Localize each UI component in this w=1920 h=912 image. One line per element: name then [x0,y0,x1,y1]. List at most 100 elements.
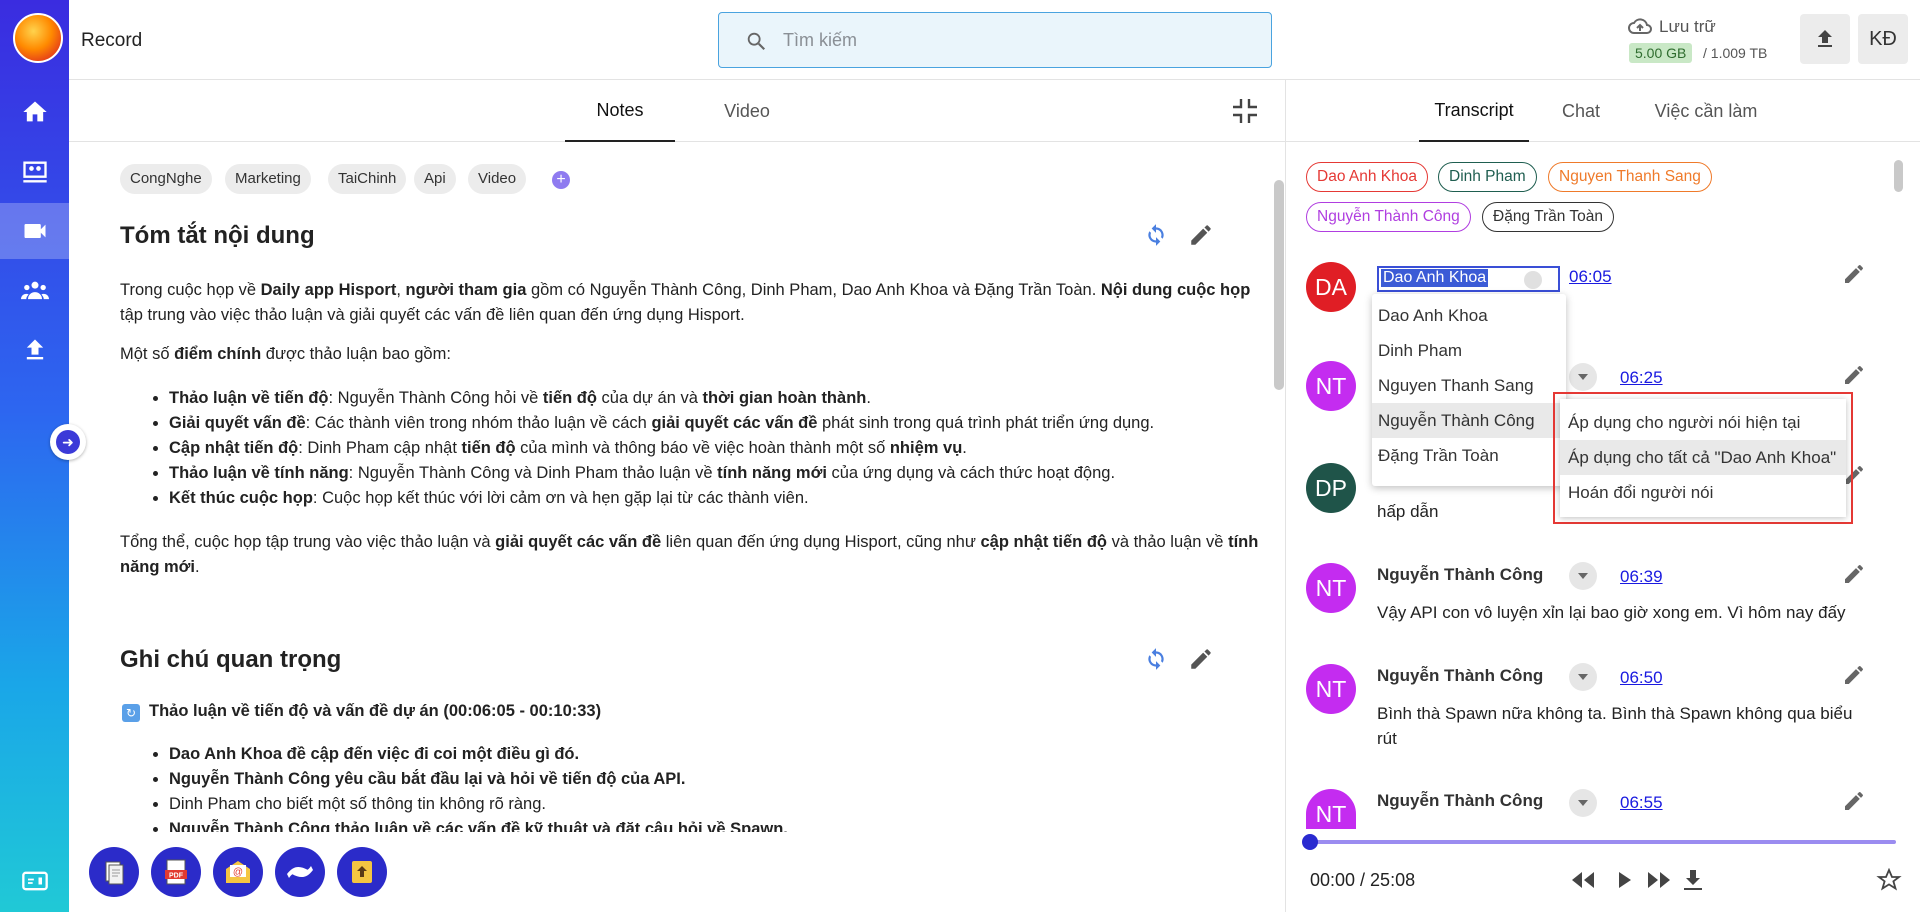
edit-pencil-icon[interactable] [1188,646,1214,672]
search-icon [747,32,766,51]
list-item: Nguyễn Thành Công thảo luận về các vấn đ… [169,817,1269,832]
playback-progress-bar[interactable] [1310,840,1896,844]
user-avatar[interactable]: KĐ [1858,14,1908,64]
speaker-name[interactable]: Nguyễn Thành Công [1377,666,1543,686]
speaker-option[interactable]: Dinh Pham [1372,333,1566,368]
team-icon[interactable] [0,263,69,319]
participant-chip[interactable]: Nguyễn Thành Công [1306,202,1471,232]
points-intro: Một số điểm chính được thảo luận bao gồm… [120,345,451,363]
participant-chip[interactable]: Đặng Trần Toàn [1482,202,1615,232]
avatar: NT [1306,563,1356,613]
speaker-dropdown-button[interactable] [1569,789,1597,817]
speaker-dropdown-button[interactable] [1569,363,1597,391]
storage-total: / 1.009 TB [1703,45,1768,61]
notes-title: Ghi chú quan trọng [120,646,342,673]
upload-button[interactable] [1800,14,1850,64]
play-icon[interactable] [1610,868,1638,892]
list-item: Cập nhật tiến độ: Dinh Pham cập nhật tiế… [169,436,1269,461]
participant-chip[interactable]: Nguyen Thanh Sang [1548,162,1712,192]
notes-tab-bar: Notes Video [69,80,1285,142]
home-icon[interactable] [0,84,69,140]
exit-fullscreen-icon[interactable] [1230,96,1260,126]
tag-chip[interactable]: Marketing [225,164,311,194]
star-icon[interactable] [1875,868,1903,892]
edit-pencil-icon[interactable] [1842,363,1866,387]
list-item: Dao Anh Khoa đề cập đến việc đi coi một … [169,742,1269,767]
edit-pencil-icon[interactable] [1842,663,1866,687]
upload-export-icon[interactable] [337,847,387,897]
refresh-icon[interactable] [1143,222,1169,248]
tag-chip[interactable]: Api [414,164,456,194]
repeat-topic-icon: ↻ [122,704,140,722]
rewind-icon[interactable] [1569,868,1597,892]
avatar: NT [1306,789,1356,829]
tab-notes[interactable]: Notes [565,80,675,142]
email-export-icon[interactable]: @ [213,847,263,897]
transcript-tab-bar: Transcript Chat Việc cần làm [1286,80,1920,142]
avatar: DA [1306,262,1356,312]
search-box[interactable] [718,12,1272,68]
participant-chip[interactable]: Dinh Pham [1438,162,1537,192]
timestamp-link[interactable]: 06:55 [1620,793,1663,813]
tab-video[interactable]: Video [692,80,802,142]
tab-transcript[interactable]: Transcript [1419,80,1529,142]
refresh-icon[interactable] [1143,646,1169,672]
notes-list: Dao Anh Khoa đề cập đến việc đi coi một … [169,742,1269,832]
list-item: Thảo luận về tiến độ: Nguyễn Thành Công … [169,386,1269,411]
confluence-export-icon[interactable] [275,847,325,897]
edit-pencil-icon[interactable] [1842,789,1866,813]
svg-text:@: @ [233,867,243,878]
search-input[interactable] [783,25,1243,55]
speaker-name[interactable]: Nguyễn Thành Công [1377,565,1543,585]
chevron-down-icon [1578,674,1588,680]
edit-pencil-icon[interactable] [1188,222,1214,248]
summary-conclusion: Tổng thể, cuộc họp tập trung vào việc th… [120,533,1259,576]
document-icon [105,861,124,885]
docs-export-icon[interactable] [89,847,139,897]
pdf-export-icon[interactable]: PDF [151,847,201,897]
speaker-option[interactable]: Nguyen Thanh Sang [1372,368,1566,403]
speaker-options-menu: Dao Anh Khoa Dinh Pham Nguyen Thanh Sang… [1372,294,1566,486]
edit-pencil-icon[interactable] [1842,562,1866,586]
playback-time: 00:00 / 25:08 [1310,870,1416,890]
utterance-text: Bình thà Spawn nữa không ta. Bình thà Sp… [1377,704,1853,748]
transcript-panel: Transcript Chat Việc cần làm Dao Anh Kho… [1285,80,1920,912]
meeting-room-icon[interactable] [0,144,69,200]
speaker-dropdown-button[interactable] [1569,663,1597,691]
swap-speaker-option[interactable]: Hoán đổi người nói [1560,475,1846,510]
timestamp-link[interactable]: 06:05 [1569,267,1612,287]
scrollbar[interactable] [1894,160,1903,192]
speaker-dropdown-button[interactable] [1569,562,1597,590]
download-icon[interactable] [1679,868,1707,892]
tab-chat[interactable]: Chat [1548,80,1614,142]
add-tag-button[interactable]: + [552,171,570,189]
timestamp-link[interactable]: 06:25 [1620,368,1663,388]
participant-chip[interactable]: Dao Anh Khoa [1306,162,1428,192]
chevron-down-icon [1578,800,1588,806]
billing-card-icon[interactable] [0,853,69,909]
edit-pencil-icon[interactable] [1842,262,1866,286]
confluence-icon [287,866,313,878]
timestamp-link[interactable]: 06:50 [1620,668,1663,688]
scrollbar[interactable] [1274,180,1284,390]
speaker-option[interactable]: Nguyễn Thành Công [1372,403,1566,438]
storage-label: Lưu trữ [1659,17,1716,36]
record-video-icon[interactable] [0,203,69,259]
apply-current-option[interactable]: Áp dụng cho người nói hiện tại [1560,405,1846,440]
tag-chip[interactable]: Video [468,164,527,194]
speaker-name[interactable]: Nguyễn Thành Công [1377,791,1543,811]
tag-chip[interactable]: CongNghe [120,164,212,194]
speaker-option[interactable]: Dao Anh Khoa [1372,298,1566,333]
playback-handle[interactable] [1302,834,1318,850]
apply-all-option[interactable]: Áp dụng cho tất cả "Dao Anh Khoa" [1560,440,1846,475]
tab-todo[interactable]: Việc cần làm [1646,80,1766,142]
utterance-text: Vậy API con vô luyện xỉn lại bao giờ xon… [1377,603,1846,622]
expand-sidebar-button[interactable]: ➜ [50,424,86,460]
speaker-select[interactable]: Dao Anh Khoa [1377,266,1560,292]
speaker-option[interactable]: Đặng Trần Toàn [1372,438,1566,473]
fast-forward-icon[interactable] [1645,868,1673,892]
timestamp-link[interactable]: 06:39 [1620,567,1663,587]
tag-chip[interactable]: TaiChinh [328,164,407,194]
upload-icon[interactable] [0,322,69,378]
app-logo[interactable] [13,13,63,63]
